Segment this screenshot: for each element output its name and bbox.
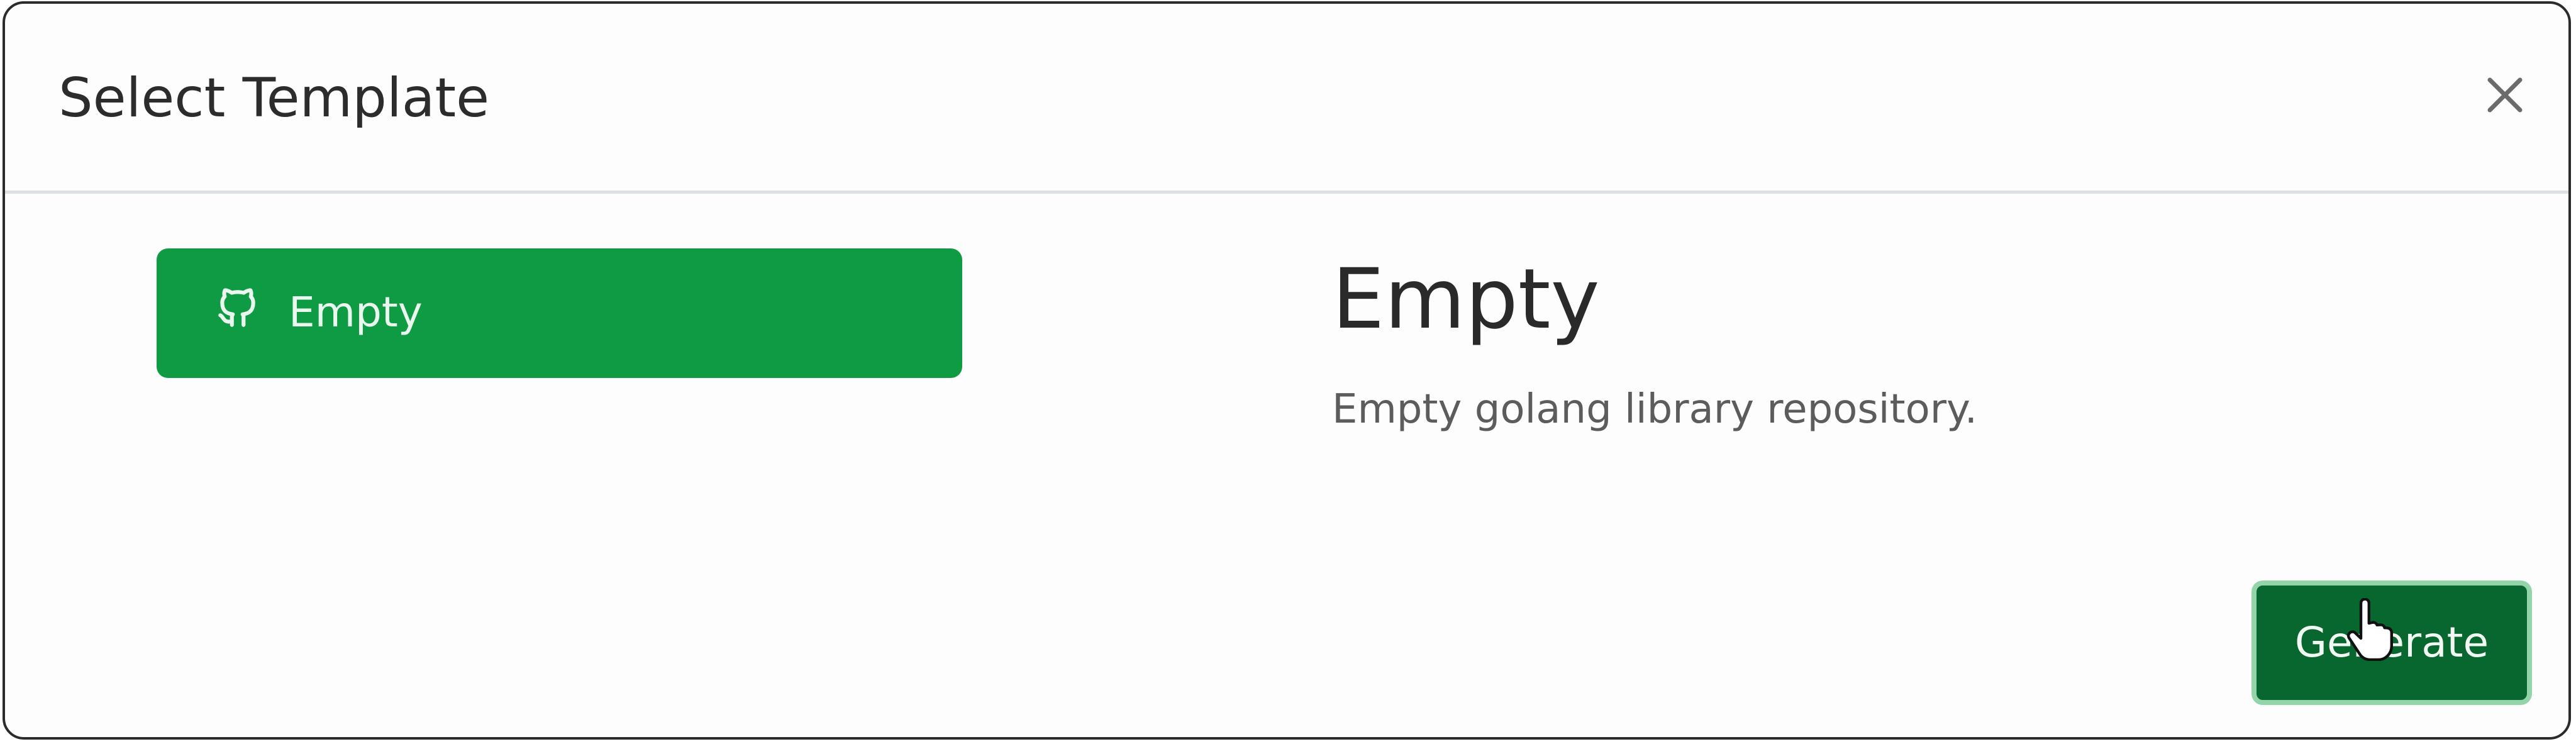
close-button[interactable] bbox=[2480, 70, 2530, 120]
template-detail-title: Empty bbox=[1332, 251, 1600, 348]
close-icon bbox=[2487, 77, 2523, 113]
dialog-title: Select Template bbox=[58, 67, 490, 130]
template-item-empty[interactable]: Empty bbox=[157, 248, 962, 378]
template-item-label: Empty bbox=[289, 288, 423, 336]
generate-button[interactable]: Generate bbox=[2251, 580, 2532, 705]
template-detail-description: Empty golang library repository. bbox=[1332, 386, 1978, 433]
dialog-header: Select Template bbox=[5, 4, 2568, 194]
select-template-dialog: Select Template Empty Empty Empty golang… bbox=[3, 1, 2571, 740]
github-icon bbox=[214, 284, 261, 331]
